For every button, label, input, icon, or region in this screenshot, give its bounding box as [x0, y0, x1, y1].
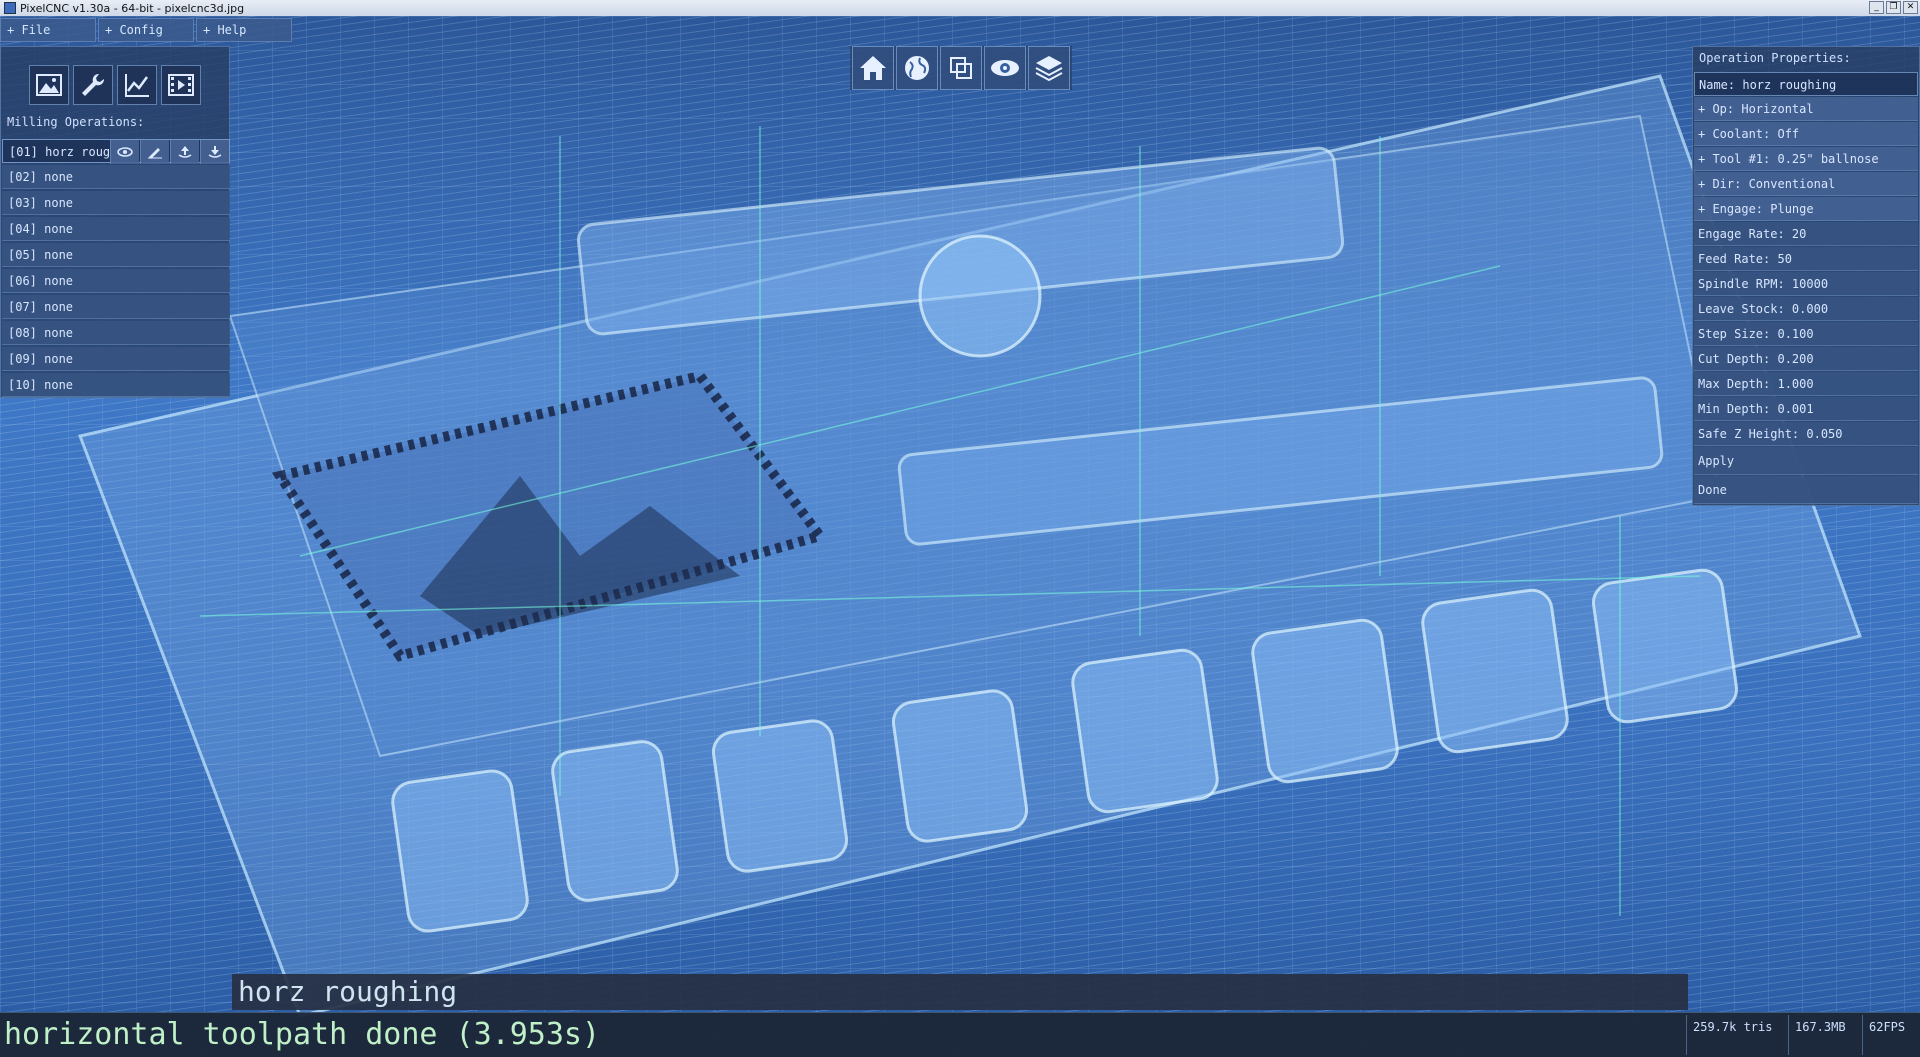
film-icon	[168, 74, 194, 96]
leave-stock-field[interactable]: Leave Stock: 0.000	[1694, 297, 1918, 321]
done-button[interactable]: Done	[1694, 476, 1918, 504]
direction-dropdown[interactable]: + Dir: Conventional	[1694, 172, 1918, 196]
memory-usage: 167.3MB	[1788, 1015, 1860, 1055]
move-up-button[interactable]	[170, 140, 199, 164]
image-icon	[36, 74, 62, 96]
3d-viewport[interactable]	[0, 16, 1920, 1056]
eye-icon	[117, 147, 133, 157]
layers-button[interactable]	[1028, 46, 1070, 90]
menu-file[interactable]: + File	[0, 18, 96, 42]
triangle-count: 259.7k tris	[1686, 1015, 1786, 1055]
edit-operation-button[interactable]	[140, 140, 169, 164]
globe-icon	[905, 56, 929, 80]
operations-panel: Milling Operations: [01] horz roug [02] …	[0, 46, 230, 398]
tool-in-icon	[178, 146, 192, 158]
step-size-field[interactable]: Step Size: 0.100	[1694, 322, 1918, 346]
coolant-dropdown[interactable]: + Coolant: Off	[1694, 122, 1918, 146]
status-message: horizontal toolpath done (3.953s)	[4, 1017, 601, 1052]
properties-panel: Operation Properties: Name: horz roughin…	[1692, 46, 1920, 506]
minimize-button[interactable]: _	[1869, 1, 1884, 14]
restore-button[interactable]: ❐	[1886, 1, 1901, 14]
engage-dropdown[interactable]: + Engage: Plunge	[1694, 197, 1918, 221]
copy-icon	[950, 57, 972, 79]
close-button[interactable]: ✕	[1903, 1, 1918, 14]
home-icon	[860, 56, 886, 80]
feed-rate-field[interactable]: Feed Rate: 50	[1694, 247, 1918, 271]
operations-list: [01] horz roug [02] none [03] none [04] …	[2, 139, 230, 399]
operation-row-06[interactable]: [06] none	[2, 269, 230, 293]
chart-icon	[125, 74, 149, 97]
eye-icon	[991, 60, 1019, 76]
toggle-visibility-button[interactable]	[110, 140, 139, 164]
simulation-mode-button[interactable]	[161, 65, 201, 105]
operations-mode-button[interactable]	[117, 65, 157, 105]
tools-mode-button[interactable]	[73, 65, 113, 105]
visibility-button[interactable]	[984, 46, 1026, 90]
operation-row-09[interactable]: [09] none	[2, 347, 230, 371]
mode-toolbar	[29, 65, 201, 105]
menu-config[interactable]: + Config	[98, 18, 194, 42]
layers-icon	[1035, 56, 1063, 82]
operation-row-10[interactable]: [10] none	[2, 373, 230, 397]
op-type-dropdown[interactable]: + Op: Horizontal	[1694, 97, 1918, 121]
tool-dropdown[interactable]: + Tool #1: 0.25" ballnose	[1694, 147, 1918, 171]
view-toolbar	[850, 46, 1072, 90]
properties-title: Operation Properties:	[1699, 51, 1851, 65]
cut-depth-field[interactable]: Cut Depth: 0.200	[1694, 347, 1918, 371]
spindle-rpm-field[interactable]: Spindle RPM: 10000	[1694, 272, 1918, 296]
title-bar: PixelCNC v1.30a - 64-bit - pixelcnc3d.jp…	[0, 0, 1920, 17]
ops-title: Milling Operations:	[7, 115, 145, 129]
op-name-field[interactable]: Name: horz roughing	[1694, 72, 1918, 96]
operation-row-04[interactable]: [04] none	[2, 217, 230, 241]
operation-row-03[interactable]: [03] none	[2, 191, 230, 215]
app-icon	[4, 2, 16, 14]
move-down-button[interactable]	[200, 140, 229, 164]
operation-actions	[110, 140, 229, 164]
max-depth-field[interactable]: Max Depth: 1.000	[1694, 372, 1918, 396]
image-mode-button[interactable]	[29, 65, 69, 105]
edit-icon	[148, 148, 162, 159]
window-title: PixelCNC v1.30a - 64-bit - pixelcnc3d.jp…	[20, 1, 245, 15]
safe-z-height-field[interactable]: Safe Z Height: 0.050	[1694, 422, 1918, 446]
operation-row-02[interactable]: [02] none	[2, 165, 230, 189]
wrench-icon	[82, 73, 105, 96]
min-depth-field[interactable]: Min Depth: 0.001	[1694, 397, 1918, 421]
window-controls: _ ❐ ✕	[1869, 1, 1918, 14]
operation-row-05[interactable]: [05] none	[2, 243, 230, 267]
tool-out-icon	[208, 146, 222, 158]
model-render	[77, 74, 1862, 1018]
operation-label: [01] horz roug	[9, 145, 111, 159]
operation-row-08[interactable]: [08] none	[2, 321, 230, 345]
engage-rate-field[interactable]: Engage Rate: 20	[1694, 222, 1918, 246]
ortho-view-button[interactable]	[940, 46, 982, 90]
home-view-button[interactable]	[852, 46, 894, 90]
fps-counter: 62FPS	[1862, 1015, 1920, 1055]
perspective-view-button[interactable]	[896, 46, 938, 90]
operation-row-07[interactable]: [07] none	[2, 295, 230, 319]
operation-row-01[interactable]: [01] horz roug	[2, 139, 230, 164]
menu-help[interactable]: + Help	[196, 18, 292, 42]
status-bar: horizontal toolpath done (3.953s) 259.7k…	[0, 1012, 1920, 1057]
apply-button[interactable]: Apply	[1694, 447, 1918, 475]
operation-name-bar: horz roughing	[232, 974, 1688, 1010]
menu-bar: + File + Config + Help	[0, 18, 292, 44]
